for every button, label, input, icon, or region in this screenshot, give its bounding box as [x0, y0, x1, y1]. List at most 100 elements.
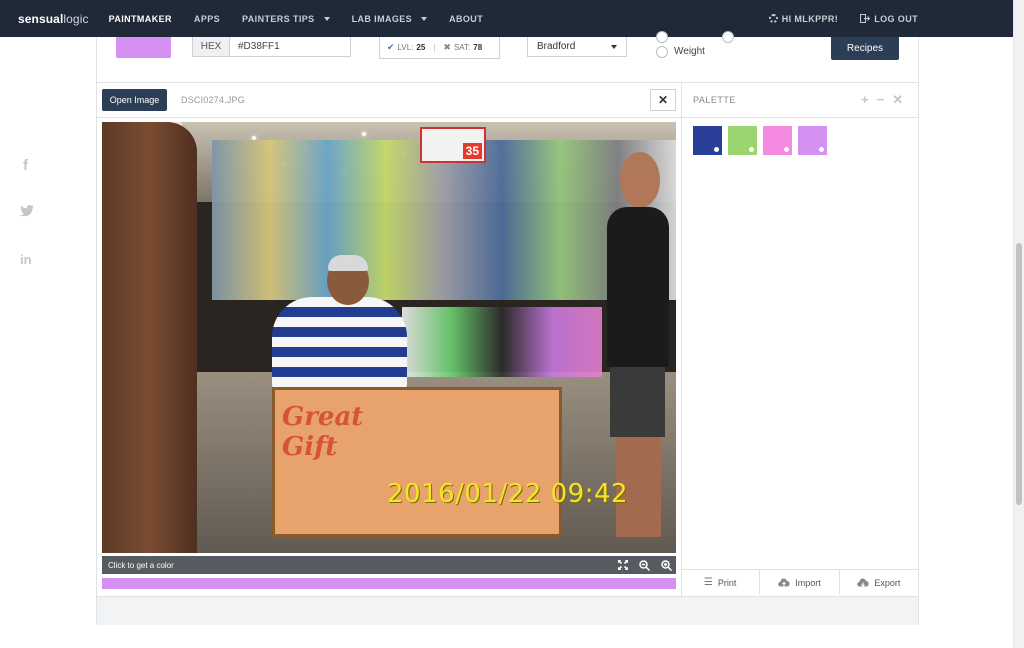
sat-value: 78 — [473, 43, 483, 52]
swatch-dot — [749, 147, 754, 152]
print-button[interactable]: ☰ Print — [681, 570, 761, 595]
scrollbar-thumb[interactable] — [1016, 243, 1022, 505]
image-canvas[interactable]: 35 Great Gift 2016/01/22 09:42 — [102, 122, 676, 553]
photo-standing-man-shirt — [607, 207, 669, 367]
image-status-text: Click to get a color — [108, 560, 174, 570]
nav-right: HI MLKPPR! LOG OUT — [768, 0, 918, 37]
palette-swatch[interactable] — [798, 126, 827, 155]
add-icon[interactable]: + — [861, 92, 869, 108]
main-container: HEX #D38FF1 ✔ LVL: 25 | ✖ SAT: 78 Bradfo… — [96, 31, 919, 625]
logo[interactable]: sensuallogic — [18, 12, 89, 26]
check-icon: ✔ — [387, 42, 395, 52]
nav-paintmaker-label: PAINTMAKER — [108, 13, 172, 24]
palette-footer: ☰ Print Import Export — [681, 569, 918, 595]
remove-icon[interactable]: − — [877, 92, 885, 108]
export-button[interactable]: Export — [840, 570, 918, 595]
chevron-down-icon — [421, 16, 428, 21]
separator: | — [433, 43, 436, 52]
brand-select-value: Bradford — [537, 41, 576, 52]
photo-sale-number: 35 — [462, 143, 482, 159]
weight-label: Weight — [674, 46, 705, 57]
logout-link[interactable]: LOG OUT — [860, 14, 918, 24]
photo-shirts — [402, 307, 602, 377]
photo-foreground-coat — [102, 122, 197, 553]
gear-icon — [768, 14, 778, 23]
viewport: sensuallogic PAINTMAKER APPS PAINTERS TI… — [0, 0, 1024, 648]
import-button[interactable]: Import — [760, 570, 840, 595]
swatch-dot — [819, 147, 824, 152]
nav-lab-images[interactable]: LAB IMAGES — [352, 14, 428, 24]
import-label: Import — [795, 577, 821, 588]
lvl-label: LVL: — [397, 43, 414, 52]
nav-paintmaker[interactable]: PAINTMAKER — [109, 14, 172, 24]
chevron-down-icon — [611, 44, 617, 49]
user-menu[interactable]: HI MLKPPR! — [768, 13, 839, 24]
nav-about[interactable]: ABOUT — [449, 14, 483, 24]
cloud-download-icon — [857, 578, 869, 587]
logo-light: logic — [63, 11, 89, 26]
fullscreen-icon[interactable] — [618, 560, 628, 570]
swatch-dot — [714, 147, 719, 152]
photo-sign-text: Great Gift — [282, 402, 364, 462]
palette-swatch[interactable] — [763, 126, 792, 155]
palette-swatches — [693, 126, 827, 155]
hex-field-group: HEX #D38FF1 — [192, 37, 351, 57]
divider — [681, 117, 918, 118]
facebook-icon[interactable]: f — [23, 157, 28, 174]
twitter-icon[interactable] — [20, 205, 34, 217]
photo-sale-sign: 35 — [420, 127, 486, 163]
logout-label: LOG OUT — [874, 13, 918, 24]
photo-timestamp: 2016/01/22 09:42 — [387, 479, 629, 509]
weight-radio[interactable] — [656, 46, 668, 58]
print-label: Print — [717, 577, 737, 588]
hex-label: HEX — [193, 37, 230, 56]
zoom-in-icon[interactable] — [661, 559, 672, 571]
nav-apps-label: APPS — [193, 13, 221, 24]
close-small-icon: ✖ — [443, 42, 451, 52]
swatch-dot — [784, 147, 789, 152]
radio-option[interactable] — [656, 31, 668, 43]
linkedin-icon[interactable]: in — [20, 252, 32, 267]
photo-seated-man — [272, 297, 407, 392]
nav-about-label: ABOUT — [449, 13, 484, 24]
list-icon: ☰ — [703, 577, 713, 588]
lvl-sat-display: ✔ LVL: 25 | ✖ SAT: 78 — [379, 37, 500, 59]
photo-standing-man-head — [620, 152, 660, 208]
logo-bold: sensual — [18, 11, 64, 26]
zoom-out-icon[interactable] — [639, 559, 650, 571]
lvl-value: 25 — [416, 43, 426, 52]
nav-apps[interactable]: APPS — [194, 14, 220, 24]
hex-input[interactable]: #D38FF1 — [230, 37, 350, 56]
nav-painters-tips[interactable]: PAINTERS TIPS — [242, 14, 330, 24]
radio-option[interactable] — [722, 31, 734, 43]
nav-lab-images-label: LAB IMAGES — [351, 13, 413, 24]
nav-painters-tips-label: PAINTERS TIPS — [242, 13, 315, 24]
palette-swatch[interactable] — [693, 126, 722, 155]
photo-light — [362, 132, 366, 136]
open-image-button[interactable]: Open Image — [102, 89, 167, 111]
divider — [681, 82, 682, 596]
recipes-button[interactable]: Recipes — [831, 37, 899, 60]
bottom-bar — [97, 596, 918, 625]
palette-title: PALETTE — [693, 95, 736, 105]
cloud-upload-icon — [778, 578, 790, 587]
photo-standing-man-shorts — [610, 367, 665, 437]
clear-icon[interactable]: ✕ — [892, 92, 903, 108]
palette-swatch[interactable] — [728, 126, 757, 155]
scrollbar[interactable] — [1013, 0, 1024, 648]
current-color-swatch[interactable] — [116, 37, 171, 58]
divider — [97, 117, 681, 118]
palette-actions: + − ✕ — [861, 92, 903, 108]
chevron-down-icon — [323, 16, 330, 21]
photo-seated-man-hair — [328, 255, 368, 271]
picked-color-bar — [102, 578, 676, 589]
user-greeting: HI MLKPPR! — [781, 13, 839, 24]
divider — [97, 82, 918, 83]
image-status-bar: Click to get a color — [102, 556, 676, 574]
sat-label: SAT: — [453, 43, 471, 52]
logout-icon — [860, 14, 871, 23]
brand-select[interactable]: Bradford — [527, 37, 627, 57]
image-filename: DSCI0274.JPG — [181, 95, 245, 105]
top-navbar: sensuallogic PAINTMAKER APPS PAINTERS TI… — [0, 0, 1013, 37]
close-icon[interactable]: ✕ — [650, 89, 676, 111]
